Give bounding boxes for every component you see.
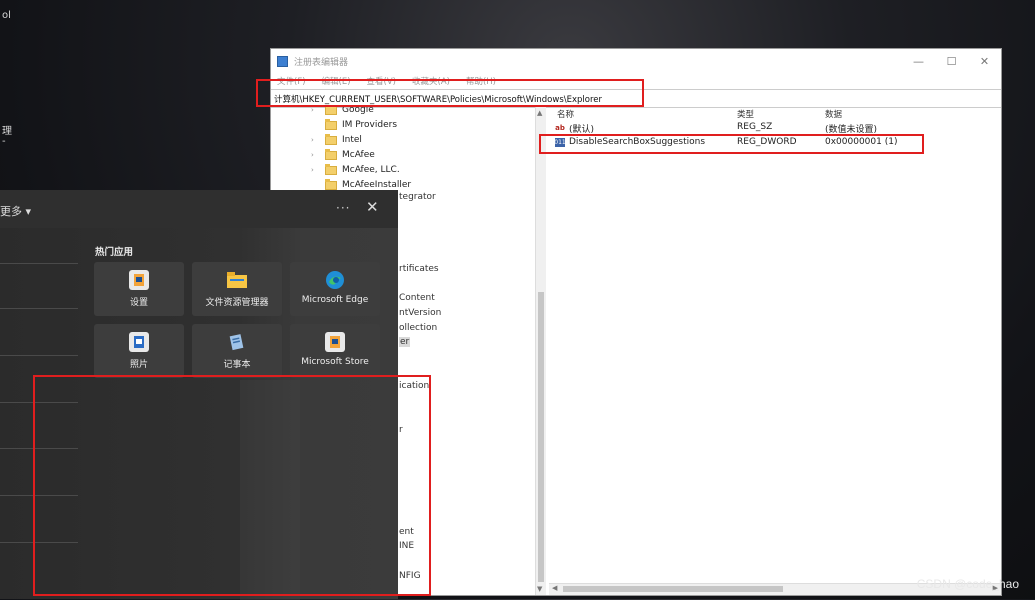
- title-bar[interactable]: 注册表编辑器 — ☐ ✕: [271, 49, 1001, 73]
- filter-dropdown[interactable]: 更多 ▾: [0, 203, 31, 219]
- chevron-right-icon[interactable]: ›: [311, 166, 319, 174]
- tree-item[interactable]: › McAfee: [271, 148, 375, 162]
- tree-item-label: Intel: [342, 135, 362, 145]
- tree-item-label: McAfee, LLC.: [342, 165, 400, 175]
- watermark: CSDN @code_hao: [916, 577, 1019, 591]
- app-tile-file-explorer[interactable]: 文件资源管理器: [192, 262, 282, 316]
- chevron-right-icon[interactable]: ›: [311, 136, 319, 144]
- settings-icon: [129, 270, 149, 290]
- scrollbar-thumb[interactable]: [538, 292, 544, 582]
- app-tile-label: 设置: [129, 298, 148, 308]
- app-tile-label: Microsoft Store: [301, 357, 369, 367]
- tree-item-fragment[interactable]: tegrator: [399, 192, 436, 202]
- tree-item[interactable]: IM Providers: [271, 118, 397, 132]
- divider: [0, 308, 78, 309]
- tree-item-label: McAfee: [342, 150, 375, 160]
- highlight-value-box: [539, 134, 924, 154]
- tree-item-fragment[interactable]: ollection: [399, 323, 437, 333]
- tree-item-label: Google: [342, 107, 374, 115]
- folder-icon: [325, 148, 337, 160]
- window-title: 注册表编辑器: [294, 57, 349, 68]
- chevron-right-icon[interactable]: ›: [311, 107, 319, 114]
- tree-item[interactable]: › Intel: [271, 133, 362, 147]
- folder-icon: [325, 118, 337, 130]
- scroll-left-icon[interactable]: ◀: [552, 584, 557, 592]
- store-icon: [325, 332, 345, 352]
- desktop-text-fragment: -: [2, 136, 6, 147]
- app-tile-label: 文件资源管理器: [205, 298, 269, 308]
- tree-item-fragment[interactable]: Content: [399, 293, 435, 303]
- app-tile-settings[interactable]: 设置: [94, 262, 184, 316]
- tree-item[interactable]: › Google: [271, 107, 374, 117]
- folder-icon: [325, 178, 337, 190]
- close-button[interactable]: ✕: [366, 198, 379, 216]
- value-type: REG_SZ: [737, 122, 773, 132]
- popular-apps-heading: 热门应用: [95, 247, 134, 258]
- tree-item[interactable]: › McAfee, LLC.: [271, 163, 400, 177]
- minimize-button[interactable]: —: [902, 49, 935, 73]
- more-options-button[interactable]: ···: [336, 201, 350, 215]
- string-value-icon: ab: [555, 123, 565, 132]
- app-tile-label: Microsoft Edge: [301, 295, 369, 305]
- value-row[interactable]: ab (默认) REG_SZ (数值未设置): [549, 121, 1001, 135]
- app-tile-label: 照片: [129, 360, 148, 370]
- desktop-text-fragment: ol: [2, 10, 11, 21]
- close-button[interactable]: ✕: [968, 49, 1001, 73]
- tree-item-fragment[interactable]: ntVersion: [399, 308, 441, 318]
- folder-icon: [325, 133, 337, 145]
- folder-icon: [325, 107, 337, 115]
- notepad-icon: [227, 332, 247, 352]
- scroll-up-icon[interactable]: ▲: [537, 109, 542, 117]
- column-header-name[interactable]: 名称: [557, 108, 574, 120]
- tree-item-label: IM Providers: [342, 120, 398, 130]
- scrollbar-thumb[interactable]: [563, 586, 783, 592]
- highlight-panel-box: [33, 375, 431, 596]
- photos-icon: [129, 332, 149, 352]
- desktop-text-fragment: 理: [2, 126, 12, 137]
- app-tile-edge[interactable]: Microsoft Edge: [290, 262, 380, 316]
- app-tile-store[interactable]: Microsoft Store: [290, 324, 380, 378]
- maximize-button[interactable]: ☐: [935, 49, 968, 73]
- app-tile-label: 记事本: [223, 360, 251, 370]
- highlight-address-box: [256, 79, 644, 107]
- regedit-app-icon: [277, 55, 288, 67]
- tree-item-label: McAfeeInstaller: [342, 180, 412, 190]
- tree-item-fragment-selected[interactable]: er: [399, 337, 411, 347]
- value-list-pane: 名称 类型 数据 ab (默认) REG_SZ (数值未设置) 011 Disa…: [549, 106, 1001, 595]
- edge-icon: [325, 270, 345, 290]
- app-tile-photos[interactable]: 照片: [94, 324, 184, 378]
- column-header-type[interactable]: 类型: [737, 108, 754, 120]
- folder-icon: [325, 163, 337, 175]
- chevron-right-icon[interactable]: ›: [311, 151, 319, 159]
- panel-header: 更多 ▾ ··· ✕: [0, 190, 398, 228]
- file-explorer-icon: [227, 270, 247, 290]
- divider: [0, 263, 78, 264]
- divider: [0, 355, 78, 356]
- tree-item-fragment[interactable]: rtificates: [399, 264, 439, 274]
- app-tile-notepad[interactable]: 记事本: [192, 324, 282, 378]
- column-header-data[interactable]: 数据: [825, 108, 842, 120]
- scroll-down-icon[interactable]: ▼: [537, 585, 542, 593]
- list-header: 名称 类型 数据: [549, 106, 1001, 120]
- tree-scrollbar[interactable]: ▲ ▼: [535, 107, 546, 595]
